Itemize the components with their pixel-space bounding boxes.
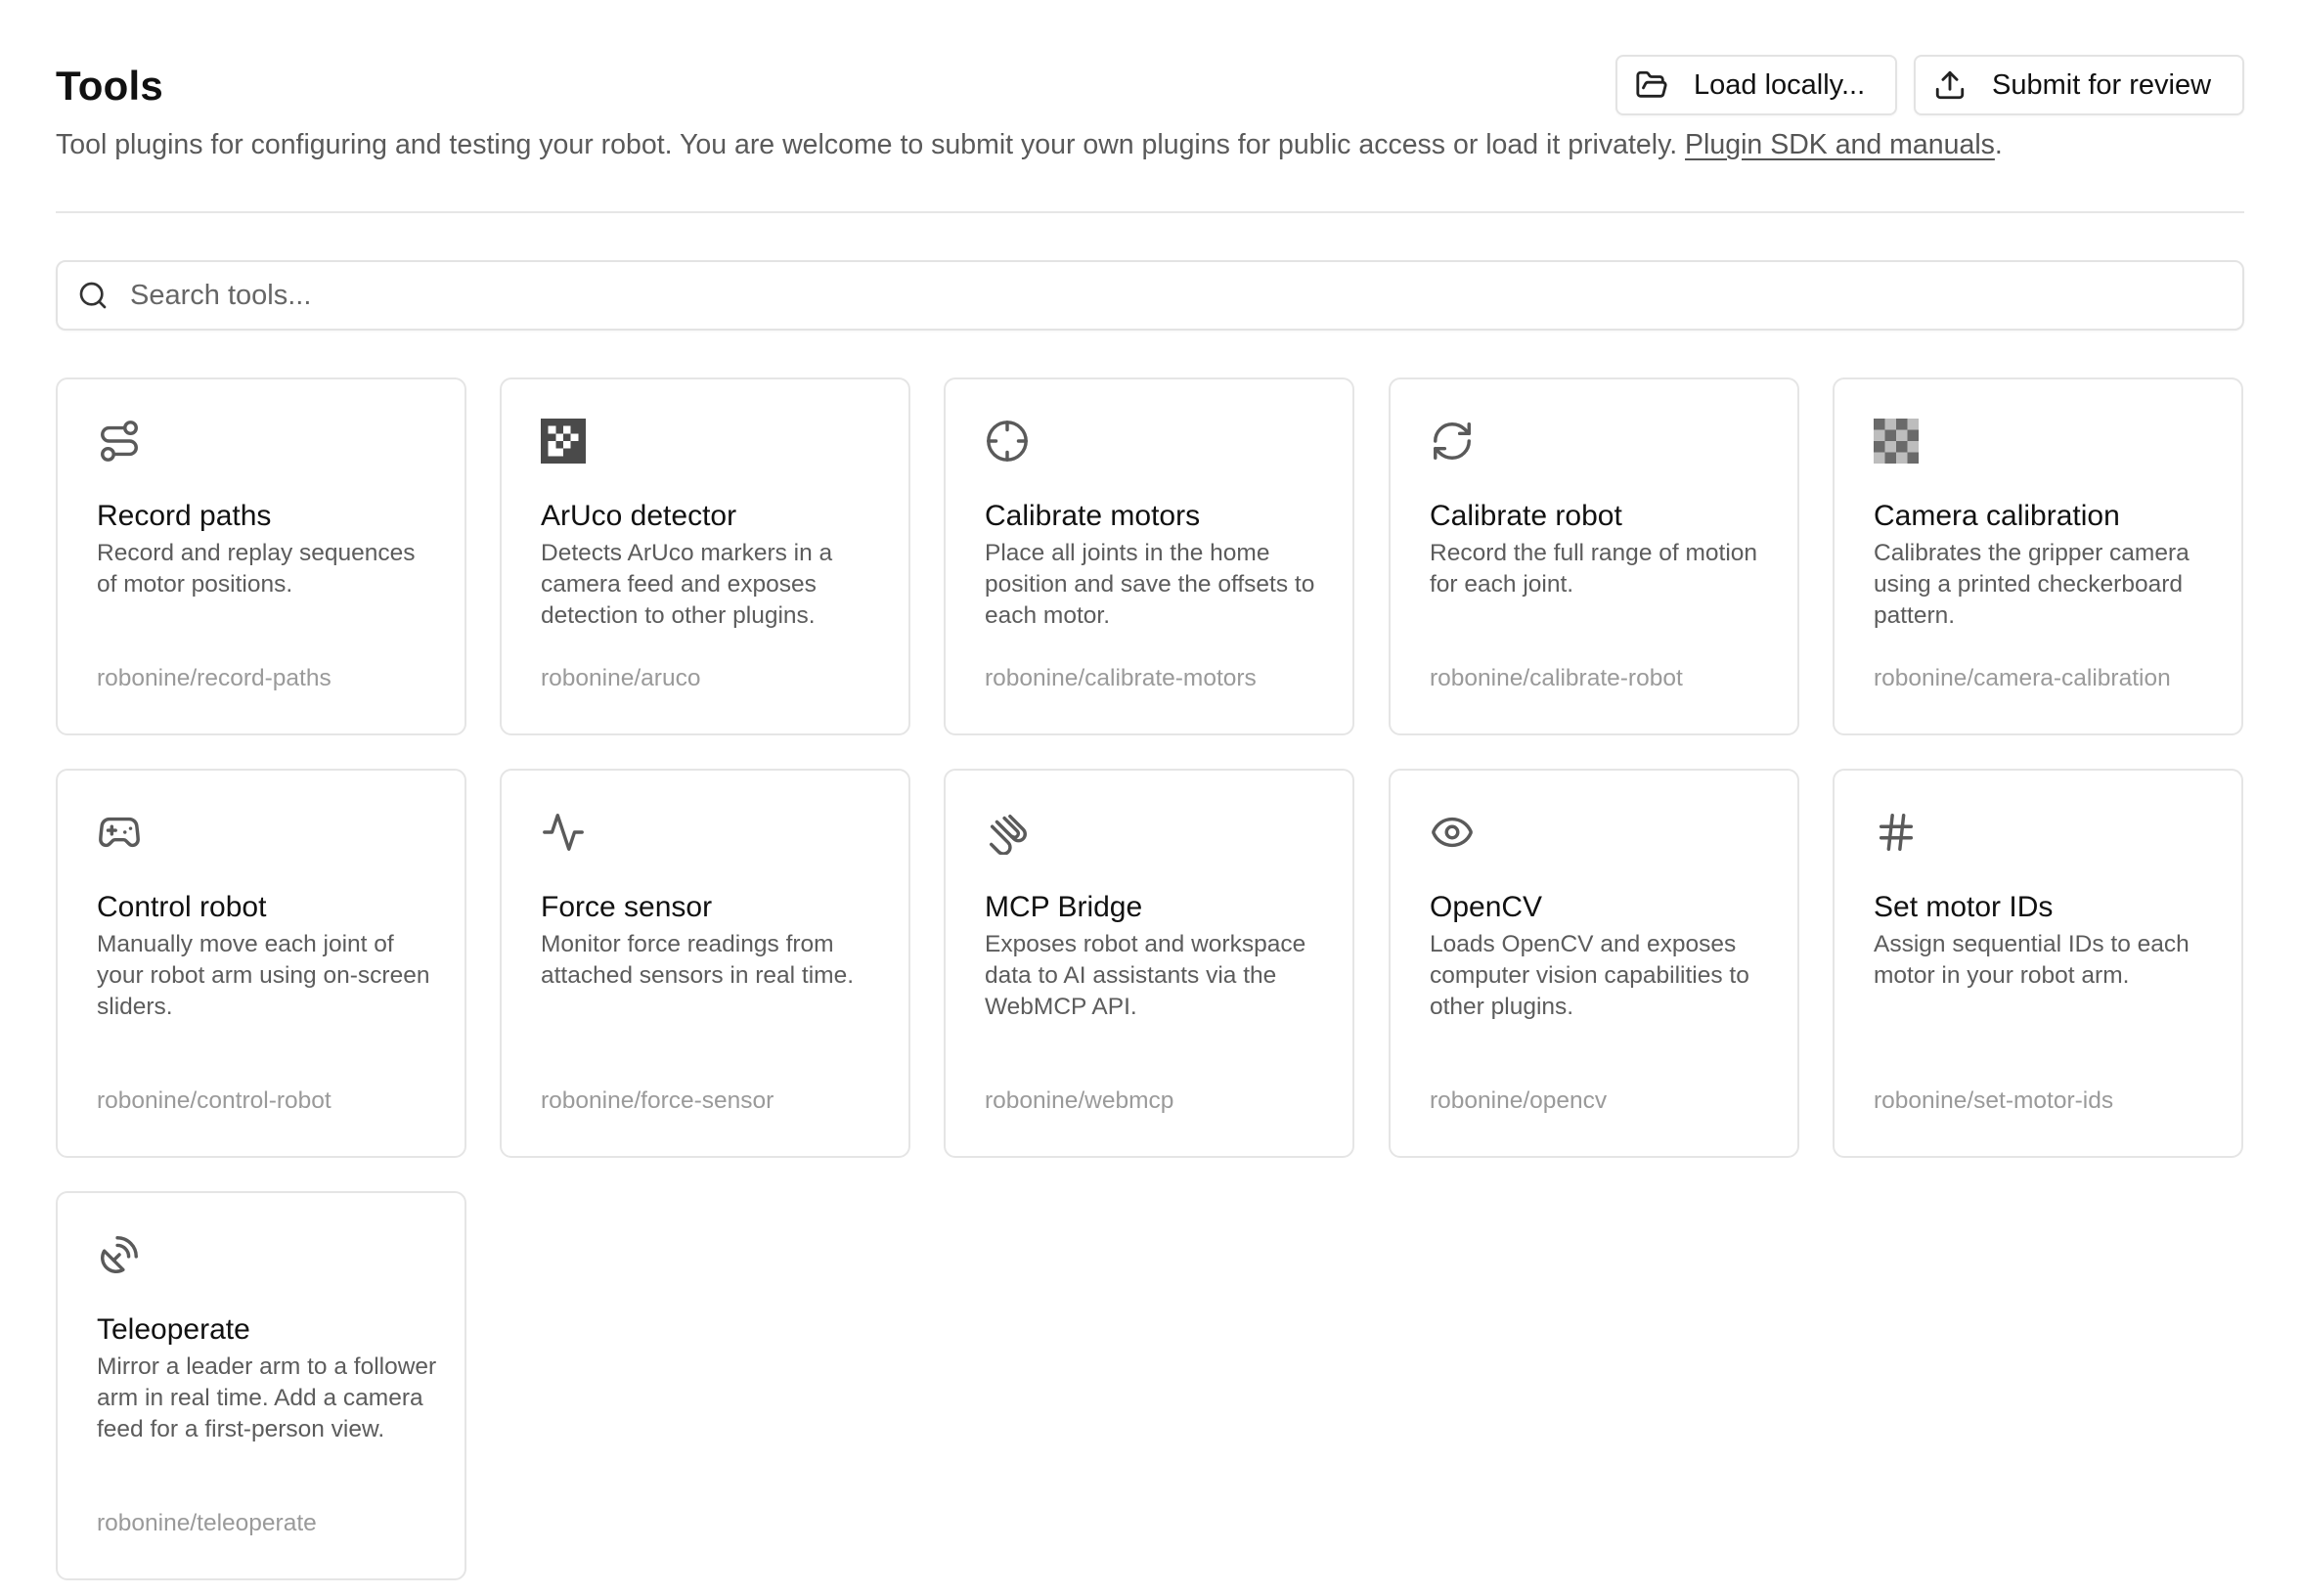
load-locally-button[interactable]: Load locally... — [1615, 55, 1897, 115]
tool-package: robonine/control-robot — [97, 1087, 332, 1114]
page-title: Tools — [56, 63, 163, 109]
tool-description: Manually move each joint of your robot a… — [97, 931, 430, 1020]
tool-card-record-paths[interactable]: Record paths Record and replay sequences… — [56, 377, 466, 735]
tool-title: Set motor IDs — [1874, 891, 2054, 923]
search-icon — [77, 280, 109, 311]
description-period: . — [1994, 129, 2003, 160]
tool-description: Record and replay sequences of motor pos… — [97, 540, 416, 598]
tool-package: robonine/force-sensor — [541, 1087, 774, 1114]
page-description-text: Tool plugins for configuring and testing… — [56, 129, 1678, 160]
tool-title: Calibrate robot — [1430, 500, 1622, 532]
tool-title: Force sensor — [541, 891, 713, 923]
route-icon — [97, 419, 142, 464]
tool-description: Mirror a leader arm to a follower arm in… — [97, 1353, 437, 1442]
tool-description: Place all joints in the home position an… — [985, 540, 1315, 629]
tool-package: robonine/aruco — [541, 665, 701, 691]
tool-title: Camera calibration — [1874, 500, 2120, 532]
header-actions: Load locally... Submit for review — [1615, 55, 2244, 115]
tool-title: ArUco detector — [541, 500, 737, 532]
tool-title: OpenCV — [1430, 891, 1543, 923]
tool-package: robonine/opencv — [1430, 1087, 1608, 1114]
search-input[interactable] — [128, 278, 2186, 313]
eye-icon — [1430, 810, 1475, 855]
tool-card-calibrate-motors[interactable]: Calibrate motors Place all joints in the… — [944, 377, 1354, 735]
header-divider — [56, 211, 2244, 213]
folder-open-icon — [1635, 68, 1668, 102]
submit-for-review-label: Submit for review — [1992, 68, 2212, 101]
search-bar — [56, 260, 2244, 331]
tool-description: Detects ArUco markers in a camera feed a… — [541, 540, 833, 629]
submit-for-review-button[interactable]: Submit for review — [1914, 55, 2244, 115]
tool-card-opencv[interactable]: OpenCV Loads OpenCV and exposes computer… — [1389, 769, 1799, 1158]
tool-description: Calibrates the gripper camera using a pr… — [1874, 540, 2189, 629]
satellite-dish-icon — [97, 1232, 142, 1277]
gamepad-icon — [97, 810, 142, 855]
tool-title: Record paths — [97, 500, 272, 532]
tool-card-mcp-bridge[interactable]: MCP Bridge Exposes robot and workspace d… — [944, 769, 1354, 1158]
tool-description: Loads OpenCV and exposes computer vision… — [1430, 931, 1749, 1020]
tools-page: Tools Tool plugins for configuring and t… — [56, 0, 2244, 1580]
tool-card-calibrate-robot[interactable]: Calibrate robot Record the full range of… — [1389, 377, 1799, 735]
tool-package: robonine/webmcp — [985, 1087, 1174, 1114]
tool-card-camera-calibration[interactable]: Camera calibration Calibrates the grippe… — [1833, 377, 2243, 735]
tool-title: MCP Bridge — [985, 891, 1143, 923]
tool-package: robonine/teleoperate — [97, 1510, 317, 1536]
page-header: Tools Tool plugins for configuring and t… — [56, 0, 2244, 211]
tool-description: Assign sequential IDs to each motor in y… — [1874, 931, 2189, 989]
page-description: Tool plugins for configuring and testing… — [56, 125, 2003, 164]
tool-card-set-motor-ids[interactable]: Set motor IDs Assign sequential IDs to e… — [1833, 769, 2243, 1158]
plugin-sdk-link[interactable]: Plugin SDK and manuals — [1685, 129, 1995, 160]
tool-description: Record the full range of motion for each… — [1430, 540, 1758, 598]
tool-package: robonine/calibrate-motors — [985, 665, 1257, 691]
tool-title: Control robot — [97, 891, 267, 923]
tool-package: robonine/camera-calibration — [1874, 665, 2171, 691]
tool-package: robonine/calibrate-robot — [1430, 665, 1683, 691]
tool-description: Exposes robot and workspace data to AI a… — [985, 931, 1306, 1020]
tool-package: robonine/record-paths — [97, 665, 332, 691]
tool-card-aruco-detector[interactable]: ArUco detector Detects ArUco markers in … — [500, 377, 910, 735]
tool-card-force-sensor[interactable]: Force sensor Monitor force readings from… — [500, 769, 910, 1158]
crosshair-icon — [985, 419, 1030, 464]
activity-icon — [541, 810, 586, 855]
aruco-marker-icon — [541, 419, 586, 464]
refresh-icon — [1430, 419, 1475, 464]
tool-title: Calibrate motors — [985, 500, 1201, 532]
tool-card-control-robot[interactable]: Control robot Manually move each joint o… — [56, 769, 466, 1158]
tool-package: robonine/set-motor-ids — [1874, 1087, 2114, 1114]
upload-icon — [1933, 68, 1967, 102]
hash-icon — [1874, 810, 1919, 855]
tool-title: Teleoperate — [97, 1313, 250, 1346]
tool-description: Monitor force readings from attached sen… — [541, 931, 855, 989]
paperclip-icon — [985, 810, 1030, 855]
checkerboard-icon — [1874, 419, 1919, 464]
load-locally-label: Load locally... — [1694, 68, 1866, 101]
tool-card-teleoperate[interactable]: Teleoperate Mirror a leader arm to a fol… — [56, 1191, 466, 1580]
